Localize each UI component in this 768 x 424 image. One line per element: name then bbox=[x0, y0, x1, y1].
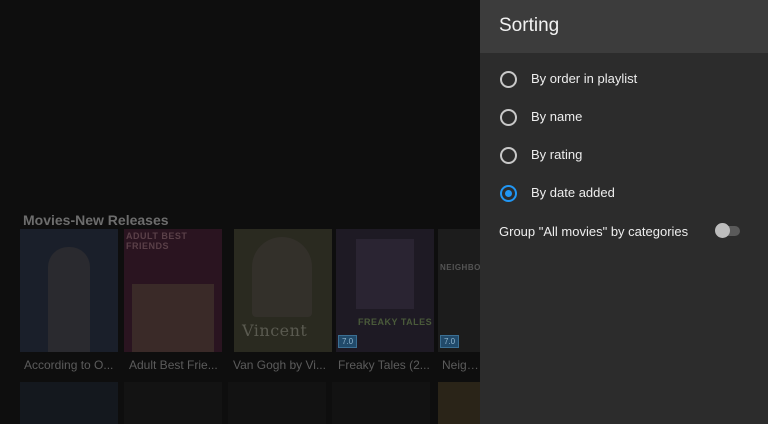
radio-button[interactable] bbox=[500, 71, 517, 88]
movie-card[interactable] bbox=[438, 382, 480, 424]
sort-option-rating[interactable]: By rating bbox=[480, 138, 768, 172]
sort-option-date-added[interactable]: By date added bbox=[480, 176, 768, 210]
movie-card[interactable] bbox=[20, 382, 118, 424]
movie-title: Freaky Tales (2... bbox=[338, 358, 430, 372]
rating-badge: 7.0 bbox=[440, 335, 460, 348]
poster-image bbox=[132, 284, 214, 352]
option-label: By rating bbox=[531, 147, 583, 162]
movie-card[interactable] bbox=[332, 382, 430, 424]
poster-text: ADULT BEST FRIENDS bbox=[126, 231, 188, 251]
poster-text: FREAKY TALES bbox=[358, 317, 433, 327]
movie-card[interactable] bbox=[124, 382, 222, 424]
poster-image bbox=[252, 237, 312, 317]
sort-option-playlist-order[interactable]: By order in playlist bbox=[480, 62, 768, 96]
movie-card[interactable]: FREAKY TALES 7.0 bbox=[336, 229, 434, 352]
movie-card[interactable]: Vincent bbox=[234, 229, 332, 352]
movie-card[interactable] bbox=[228, 382, 326, 424]
movie-card[interactable]: NEIGHBORS 7.0 bbox=[438, 229, 480, 352]
option-label: By name bbox=[531, 109, 583, 124]
group-by-categories-row[interactable]: Group "All movies" by categories bbox=[480, 219, 768, 245]
poster-image bbox=[356, 239, 414, 309]
poster-text: NEIGHBORS bbox=[440, 263, 480, 272]
movie-title: According to O... bbox=[24, 358, 114, 372]
movie-catalog: Movies-New Releases According to O... AD… bbox=[0, 0, 480, 424]
movie-title: Van Gogh by Vi... bbox=[233, 358, 326, 372]
poster-text: Vincent bbox=[242, 321, 308, 340]
panel-title: Sorting bbox=[499, 15, 560, 36]
radio-button[interactable] bbox=[500, 147, 517, 164]
toggle-switch[interactable] bbox=[715, 223, 730, 238]
panel-header: Sorting bbox=[480, 0, 768, 53]
option-label: By date added bbox=[531, 185, 615, 200]
group-by-categories-label: Group "All movies" by categories bbox=[499, 224, 689, 239]
movie-title: Adult Best Frie... bbox=[129, 358, 218, 372]
movie-card[interactable]: ADULT BEST FRIENDS bbox=[124, 229, 222, 352]
poster-image bbox=[48, 247, 90, 352]
movie-card[interactable] bbox=[20, 229, 118, 352]
radio-button-selected[interactable] bbox=[500, 185, 517, 202]
sorting-panel: Sorting By order in playlist By name By … bbox=[480, 0, 768, 424]
sort-option-name[interactable]: By name bbox=[480, 100, 768, 134]
radio-button[interactable] bbox=[500, 109, 517, 126]
option-label: By order in playlist bbox=[531, 71, 638, 86]
movie-title: Neighb... bbox=[442, 358, 480, 372]
section-title: Movies-New Releases bbox=[23, 212, 169, 228]
rating-badge: 7.0 bbox=[338, 335, 358, 348]
